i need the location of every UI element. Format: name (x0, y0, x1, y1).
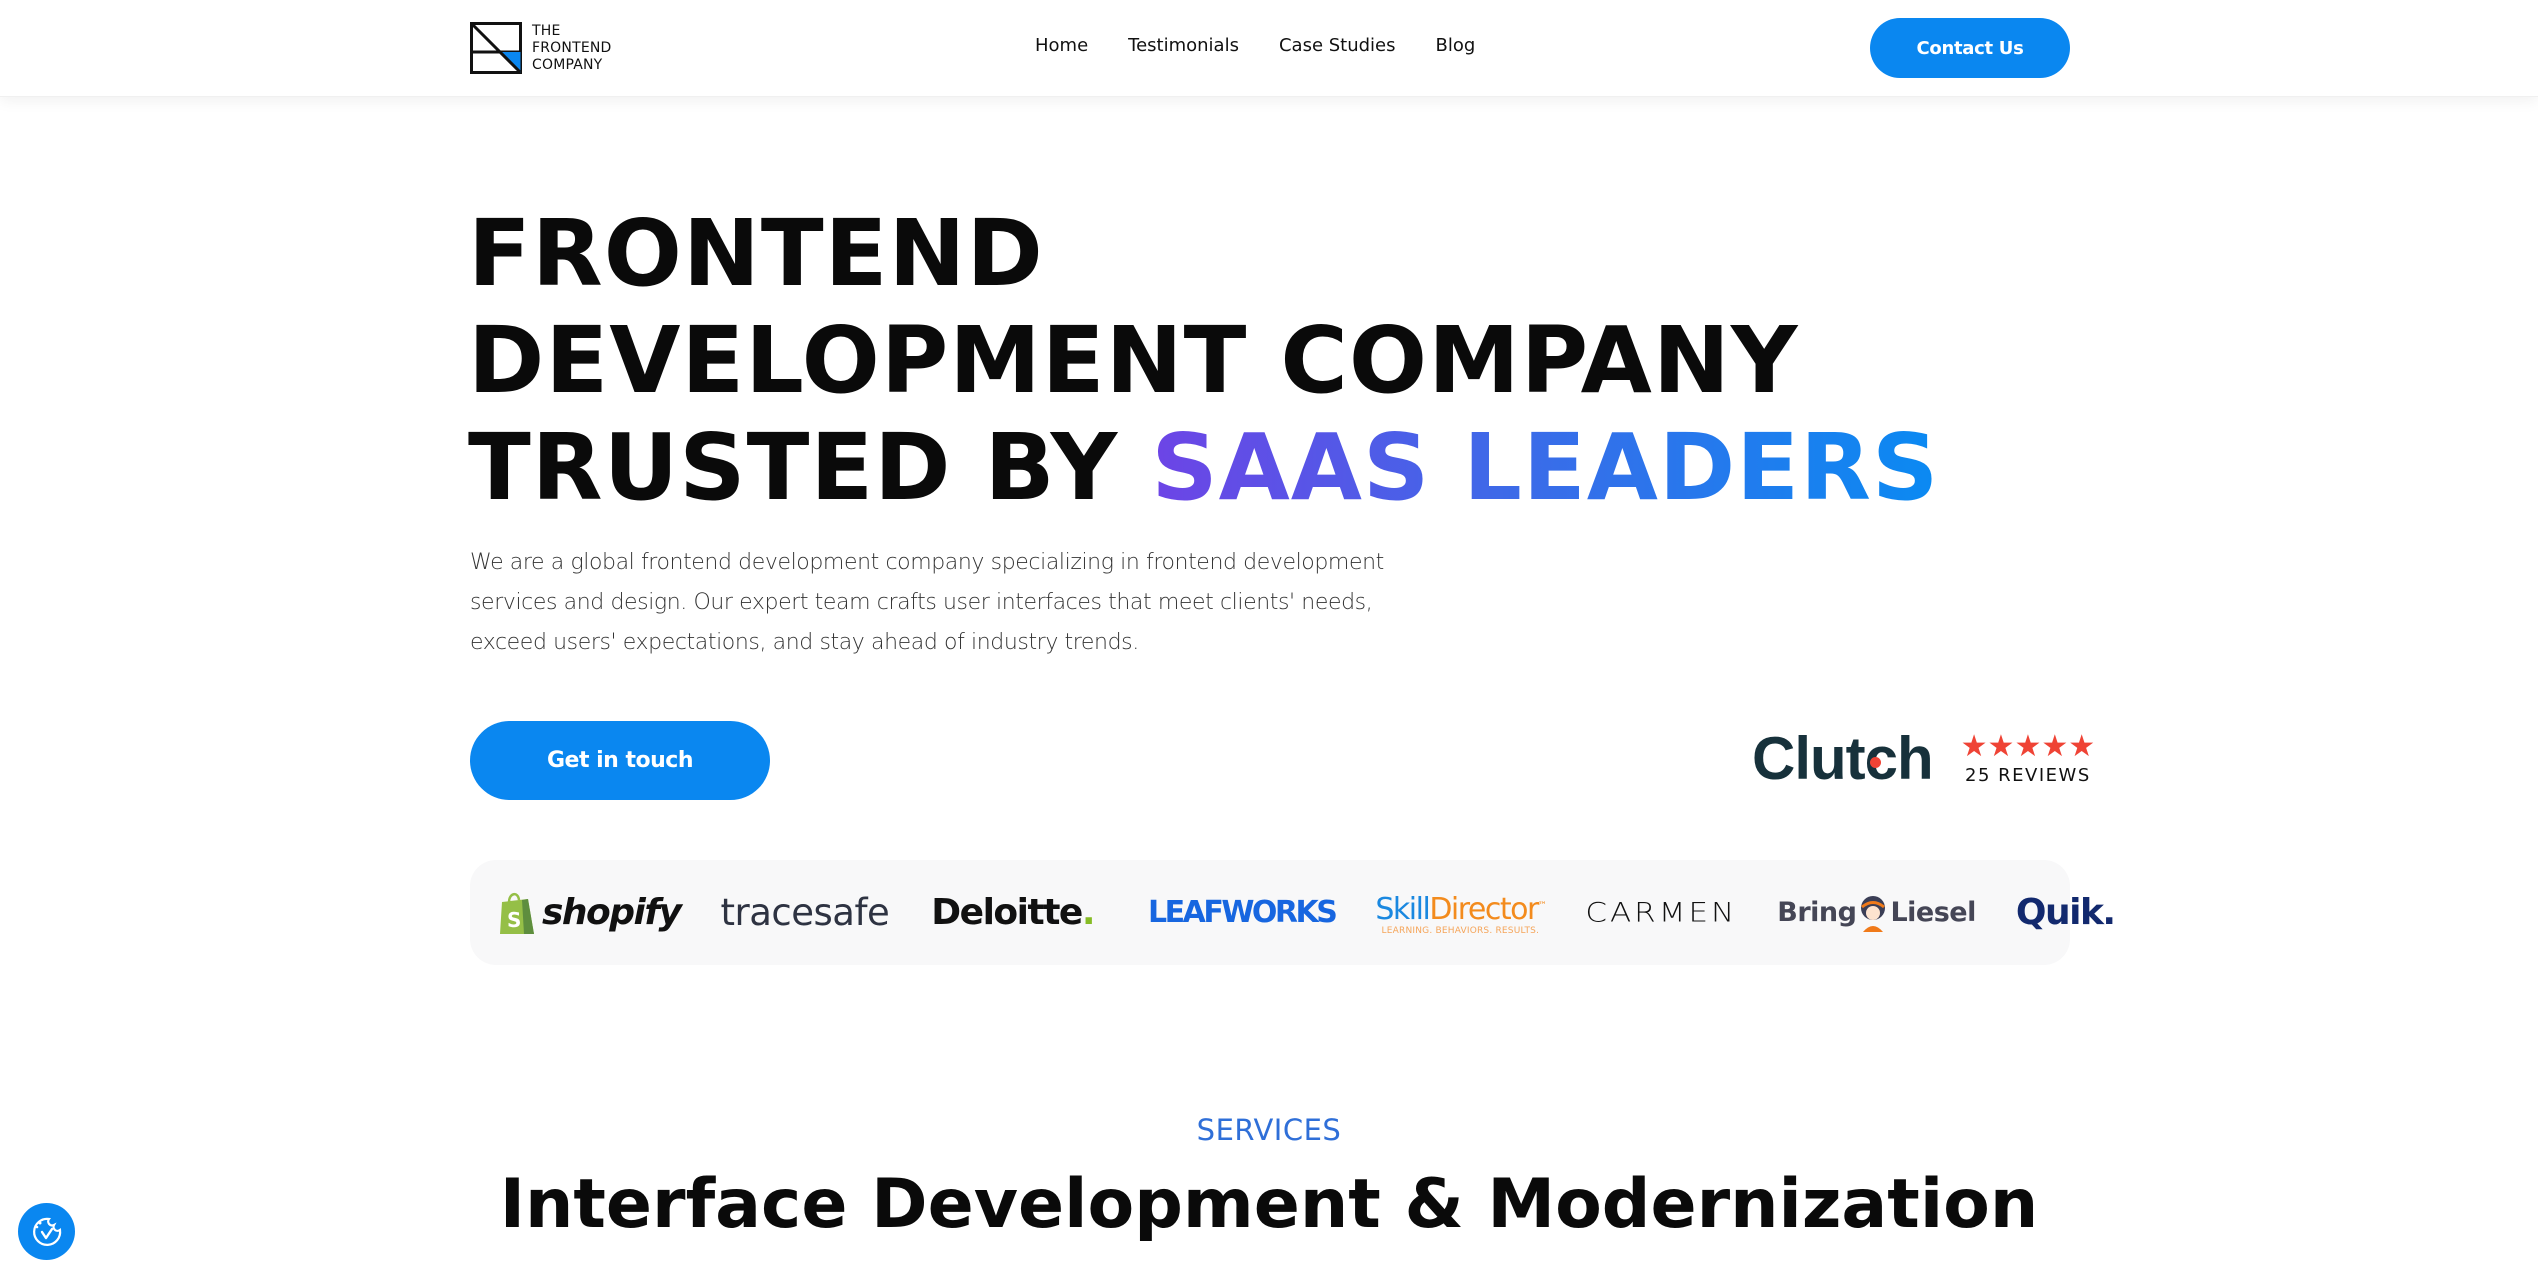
hero-description: We are a global frontend development com… (470, 550, 1384, 655)
deloitte-wordmark: Deloitte (931, 892, 1083, 933)
client-logos-strip: S shopify tracesafe Deloitte. LEAFWORKS … (470, 860, 2116, 965)
contact-us-button[interactable]: Contact Us (1870, 18, 2070, 78)
skilldirector-wordmark: SkillDirector™ (1375, 890, 1547, 927)
star-rating-icon: ★★★★★ (1960, 729, 2096, 763)
hero-title: FRONTEND DEVELOPMENT COMPANY TRUSTED BY … (468, 200, 1939, 521)
shopify-wordmark: shopify (542, 892, 682, 933)
clutch-logo-text: Clutch (1752, 725, 1934, 792)
logo-line: COMPANY (532, 56, 603, 73)
hero-title-line-3: TRUSTED BY SAAS LEADERS (468, 414, 1939, 521)
client-logo-quik: Quik. (2015, 892, 2116, 933)
bring-liesel-part-2: Liesel (1890, 897, 1976, 928)
skilldirector-part-2: Director (1429, 891, 1539, 927)
client-logo-tracesafe: tracesafe (720, 891, 890, 934)
logo-line: THE (532, 22, 561, 39)
trademark: ™ (1537, 900, 1547, 911)
nav-blog[interactable]: Blog (1436, 35, 1476, 56)
client-logo-shopify: S shopify (498, 890, 682, 936)
hero-title-highlight: SAAS LEADERS (1151, 414, 1940, 521)
services-section-label: SERVICES (1196, 1113, 1342, 1147)
clutch-rating-badge[interactable]: Clutch ★★★★★ 25 REVIEWS (1752, 724, 2095, 794)
shopify-bag-icon: S (500, 892, 534, 934)
logo-text: THE FRONTEND COMPANY (532, 23, 612, 74)
clutch-logo: Clutch (1752, 724, 1934, 794)
services-section-title: Interface Development & Modernization (499, 1165, 2039, 1244)
clutch-dot-icon (1870, 757, 1881, 768)
logo-line: FRONTEND (532, 39, 612, 56)
client-logo-skilldirector: SkillDirector™ LEARNING. BEHAVIORS. RESU… (1375, 890, 1547, 936)
hero-title-plain: TRUSTED BY (468, 414, 1152, 521)
cookie-consent-icon (32, 1217, 61, 1246)
hero-title-line-2: DEVELOPMENT COMPANY (468, 307, 1799, 414)
get-in-touch-button[interactable]: Get in touch (470, 721, 770, 800)
skilldirector-tagline: LEARNING. BEHAVIORS. RESULTS. (1381, 925, 1540, 936)
review-count: 25 REVIEWS (1965, 764, 2091, 786)
deloitte-dot: . (1081, 892, 1096, 933)
client-logo-bring-liesel: Bring Liesel (1777, 894, 1976, 932)
company-logo[interactable]: THE FRONTEND COMPANY (470, 22, 612, 74)
client-logo-deloitte: Deloitte. (931, 892, 1096, 933)
nav-home[interactable]: Home (1035, 35, 1088, 56)
nav-case-studies[interactable]: Case Studies (1279, 35, 1396, 56)
clutch-rating: ★★★★★ 25 REVIEWS (1960, 729, 2096, 786)
client-logo-leafworks: LEAFWORKS (1148, 895, 1338, 930)
cookie-consent-button[interactable] (18, 1203, 75, 1260)
main-nav: Home Testimonials Case Studies Blog (1035, 35, 1475, 56)
logo-mark-icon (470, 22, 522, 74)
svg-text:S: S (507, 908, 521, 932)
skilldirector-part-1: Skill (1375, 891, 1430, 927)
bring-liesel-part-1: Bring (1777, 897, 1857, 928)
site-header: THE FRONTEND COMPANY Home Testimonials C… (0, 0, 2538, 97)
hero-title-line-1: FRONTEND (468, 200, 1044, 307)
liesel-face-icon (1861, 895, 1886, 932)
client-logo-carmen: CARMEN (1585, 897, 1738, 928)
nav-testimonials[interactable]: Testimonials (1128, 35, 1239, 56)
